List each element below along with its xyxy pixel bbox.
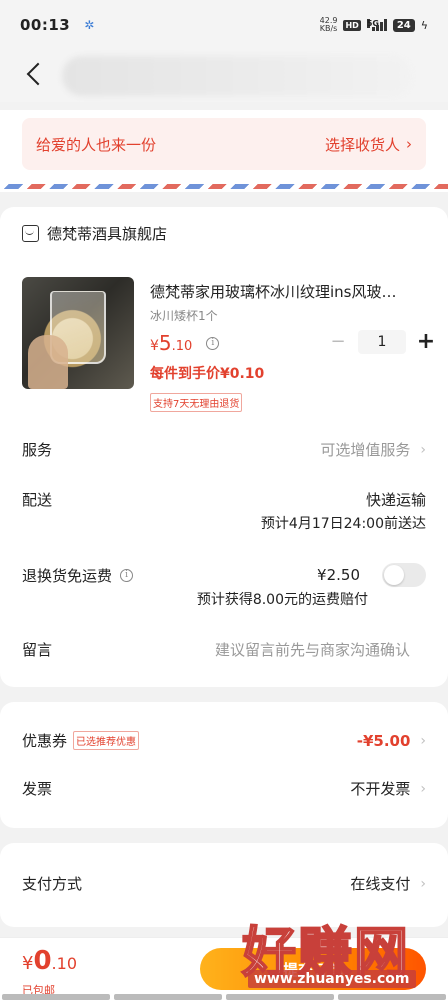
- return-shipping-toggle[interactable]: [382, 563, 426, 587]
- invoice-value: 不开发票: [350, 780, 411, 798]
- chevron-right-icon: ›: [420, 732, 426, 749]
- status-bar: 00:13 ✲ 42.9 KB/s HD 5G 24 ϟ: [0, 0, 448, 50]
- payment-value: 在线支付: [350, 875, 411, 893]
- coupon-tag: 已选推荐优惠: [73, 731, 140, 750]
- bottom-bar: ¥0.10 已包邮 提交订单: [0, 937, 448, 1000]
- final-price-note: 每件到手价¥0.10: [150, 366, 265, 382]
- return-shipping-price: ¥2.50: [317, 566, 360, 584]
- back-arrow-icon[interactable]: [14, 54, 58, 98]
- payment-card: 支付方式 在线支付 ›: [0, 843, 448, 927]
- hd-icon: HD: [343, 19, 361, 31]
- delivery-label: 配送: [22, 491, 53, 509]
- return-shipping-note: 预计获得8.00元的运费赔付: [196, 592, 368, 608]
- chevron-right-icon: ›: [406, 135, 412, 153]
- delivery-row: 配送 快递运输: [22, 489, 426, 510]
- submit-order-button[interactable]: 提交订单: [200, 948, 426, 990]
- product-image[interactable]: [22, 277, 134, 389]
- gift-recipient-banner[interactable]: 给爱的人也来一份 选择收货人 ›: [22, 118, 426, 170]
- delivery-eta: 预计4月17日24:00前送达: [260, 516, 426, 532]
- notification-icon: ✲: [84, 18, 95, 32]
- payment-label: 支付方式: [22, 875, 83, 893]
- message-row[interactable]: 留言 建议留言前先与商家沟通确认: [22, 639, 426, 660]
- coupon-label: 优惠券: [22, 732, 68, 750]
- decrease-button[interactable]: −: [328, 331, 348, 352]
- blurred-address-title: [62, 56, 412, 96]
- nav-bar: [0, 50, 448, 102]
- nav-gesture-bar: [0, 994, 448, 1000]
- delivery-value: 快递运输: [365, 491, 426, 509]
- order-total: ¥0.10: [22, 946, 77, 976]
- chevron-right-icon: ›: [420, 875, 426, 892]
- service-value: 可选增值服务: [320, 441, 411, 459]
- store-icon: [22, 225, 39, 242]
- charging-icon: ϟ: [420, 18, 428, 32]
- service-row[interactable]: 服务 可选增值服务 ›: [22, 439, 426, 460]
- invoice-row[interactable]: 发票 不开发票 ›: [22, 778, 426, 799]
- quantity-input[interactable]: 1: [358, 329, 406, 354]
- status-time: 00:13: [20, 16, 71, 34]
- product-spec: 冰川矮杯1个: [150, 309, 218, 323]
- quantity-stepper: − 1 +: [328, 329, 436, 354]
- status-icons: 42.9 KB/s HD 5G 24 ϟ: [320, 17, 428, 33]
- gift-prompt: 给爱的人也来一份: [36, 135, 157, 154]
- shop-card: 德梵蒂酒具旗舰店 德梵蒂家用玻璃杯冰川纹理ins风玻… 冰川矮杯1个 ¥5.10…: [0, 207, 448, 687]
- coupon-row[interactable]: 优惠券 已选推荐优惠 -¥5.00 ›: [22, 730, 426, 751]
- payment-method-row[interactable]: 支付方式 在线支付 ›: [22, 873, 426, 894]
- coupon-card: 优惠券 已选推荐优惠 -¥5.00 › 发票 不开发票 ›: [0, 702, 448, 828]
- chevron-right-icon: ›: [420, 441, 426, 458]
- chevron-right-icon: ›: [420, 780, 426, 797]
- service-label: 服务: [22, 441, 53, 459]
- invoice-label: 发票: [22, 780, 53, 798]
- shop-name: 德梵蒂酒具旗舰店: [47, 225, 168, 243]
- coupon-value: -¥5.00: [356, 731, 411, 750]
- product-price: ¥5.10 i: [150, 331, 220, 355]
- increase-button[interactable]: +: [416, 329, 436, 354]
- price-info-icon[interactable]: i: [206, 336, 220, 350]
- return-shipping-info-icon[interactable]: i: [120, 568, 134, 582]
- battery-icon: 24: [392, 18, 415, 32]
- choose-recipient-button[interactable]: 选择收货人 ›: [325, 134, 412, 155]
- return-policy-badge: 支持7天无理由退货: [150, 393, 243, 412]
- shop-header[interactable]: 德梵蒂酒具旗舰店: [22, 223, 167, 244]
- network-speed: 42.9 KB/s: [319, 16, 338, 33]
- return-shipping-row: 退换货免运费 i ¥2.50: [22, 563, 426, 587]
- message-label: 留言: [22, 641, 53, 659]
- product-title[interactable]: 德梵蒂家用玻璃杯冰川纹理ins风玻…: [150, 281, 426, 302]
- message-input[interactable]: 建议留言前先与商家沟通确认: [215, 639, 410, 660]
- return-shipping-label: 退换货免运费: [22, 566, 113, 585]
- address-card: 给爱的人也来一份 选择收货人 ›: [0, 110, 448, 192]
- airmail-border: [0, 184, 448, 189]
- signal-icon: 5G: [366, 19, 387, 31]
